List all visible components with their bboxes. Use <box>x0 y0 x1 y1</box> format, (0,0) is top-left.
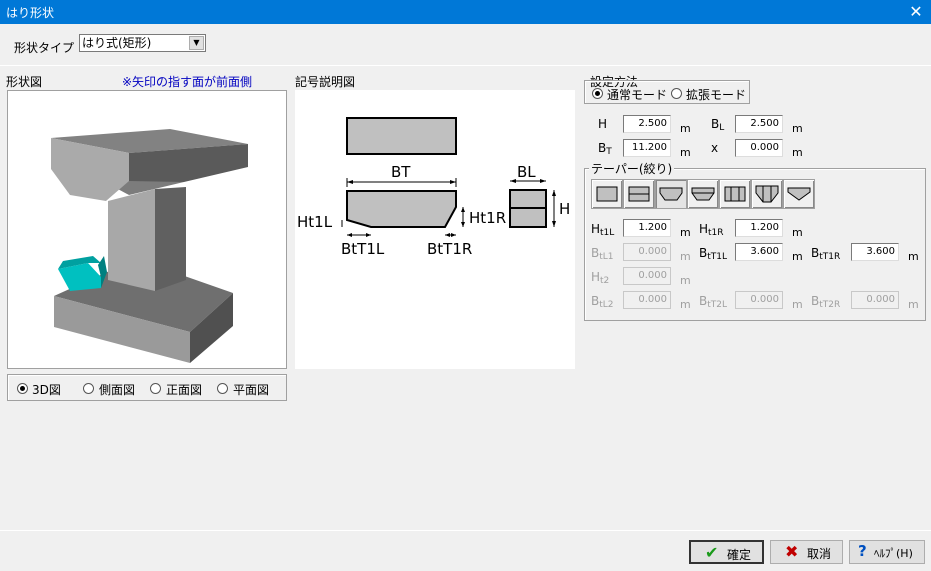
taper-split-icon[interactable] <box>623 179 655 209</box>
btl1-unit: m <box>680 250 691 263</box>
btl1-label: BtL1 <box>591 246 614 262</box>
legend-bt-label: BT <box>391 163 411 181</box>
legend-ht1r-label: Ht1R <box>469 209 506 227</box>
legend-bl-label: BL <box>517 163 536 181</box>
btt1l-unit: m <box>792 250 803 263</box>
btt2l-unit: m <box>792 298 803 311</box>
cancel-x-icon: ✖ <box>785 542 799 561</box>
btl2-input: 0.000 <box>623 291 671 309</box>
help-button[interactable]: ? ﾍﾙﾌﾟ(H) <box>849 540 925 564</box>
view-radio-plan[interactable] <box>217 383 228 394</box>
legend-btt1l-label: BtT1L <box>341 240 385 258</box>
ht1l-input[interactable]: 1.200 <box>623 219 671 237</box>
bt-unit: m <box>680 146 691 159</box>
legend-btt1r-label: BtT1R <box>427 240 472 258</box>
btt1r-label: BtT1R <box>811 246 841 262</box>
ht1l-label: Ht1L <box>591 222 615 238</box>
view-radio-front[interactable] <box>150 383 161 394</box>
taper-v-bottom-icon[interactable] <box>751 179 783 209</box>
btl1-input: 0.000 <box>623 243 671 261</box>
help-button-label: ﾍﾙﾌﾟ(H) <box>874 547 913 560</box>
taper-v-full-icon[interactable] <box>783 179 815 209</box>
btt2l-label: BtT2L <box>699 294 728 310</box>
mode-radio-normal[interactable] <box>592 88 603 99</box>
legend-ht1l-label: Ht1L <box>297 213 333 231</box>
bl-label: BL <box>711 117 725 133</box>
taper-label: テーパー(絞り) <box>589 160 675 177</box>
shape-type-value: はり式(矩形) <box>82 36 152 50</box>
window-title: はり形状 <box>6 6 55 20</box>
h-unit: m <box>680 122 691 135</box>
shape-type-select[interactable]: はり式(矩形) ▼ <box>79 34 206 52</box>
chevron-down-icon[interactable]: ▼ <box>189 36 204 50</box>
legend-label: 記号説明図 <box>295 75 356 89</box>
btt1l-input[interactable]: 3.600 <box>735 243 783 261</box>
legend-svg: BT BL H Ht1L Ht1R BtT1L BtT1R <box>297 117 570 258</box>
mode-group: 通常モード 拡張モード <box>584 80 750 104</box>
view-radio-3d[interactable] <box>17 383 28 394</box>
shape-view-label: 形状図 <box>6 75 43 89</box>
help-icon: ? <box>858 542 867 560</box>
view-radio-side[interactable] <box>83 383 94 394</box>
h-label: H <box>598 117 608 131</box>
view-label-3d: 3D図 <box>32 383 61 397</box>
footer-divider <box>0 530 931 531</box>
view-label-plan: 平面図 <box>233 383 270 397</box>
title-bar: はり形状 ✕ <box>0 0 931 24</box>
taper-vertical-icon[interactable] <box>719 179 751 209</box>
ht2-unit: m <box>680 274 691 287</box>
x-input[interactable]: 0.000 <box>735 139 783 157</box>
btt2r-unit: m <box>908 298 919 311</box>
shape-type-label: 形状タイプ <box>14 41 75 55</box>
h-input[interactable]: 2.500 <box>623 115 671 133</box>
btt2r-label: BtT2R <box>811 294 841 310</box>
btl2-label: BtL2 <box>591 294 614 310</box>
view-mode-group: 3D図 側面図 正面図 平面図 <box>7 374 287 401</box>
bt-input[interactable]: 11.200 <box>623 139 671 157</box>
taper-both-icon[interactable] <box>687 179 719 209</box>
bl-unit: m <box>792 122 803 135</box>
ht2-label: Ht2 <box>591 270 610 286</box>
btt1r-unit: m <box>908 250 919 263</box>
mode-label-normal: 通常モード <box>607 88 668 102</box>
taper-bottom-icon[interactable] <box>655 179 687 209</box>
bt-label: BT <box>598 141 612 157</box>
x-unit: m <box>792 146 803 159</box>
ht1r-label: Ht1R <box>699 222 724 238</box>
ht1r-input[interactable]: 1.200 <box>735 219 783 237</box>
btl2-unit: m <box>680 298 691 311</box>
btt2l-input: 0.000 <box>735 291 783 309</box>
shape-3d-view[interactable] <box>7 90 287 369</box>
ht1r-unit: m <box>792 226 803 239</box>
mode-radio-extended[interactable] <box>671 88 682 99</box>
close-icon[interactable]: ✕ <box>901 0 931 24</box>
taper-none-icon[interactable] <box>591 179 623 209</box>
legend-h-label: H <box>559 200 570 218</box>
ok-button[interactable]: ✔ 確定 <box>689 540 764 564</box>
check-icon: ✔ <box>705 543 719 562</box>
cancel-button-label: 取消 <box>807 547 832 561</box>
mode-label-extended: 拡張モード <box>686 88 747 102</box>
ht1l-unit: m <box>680 226 691 239</box>
pier-3d-model <box>51 129 248 363</box>
view-label-side: 側面図 <box>99 383 136 397</box>
divider <box>0 65 931 66</box>
ht2-input: 0.000 <box>623 267 671 285</box>
btt2r-input: 0.000 <box>851 291 899 309</box>
x-label: x <box>711 141 719 155</box>
btt1r-input[interactable]: 3.600 <box>851 243 899 261</box>
ok-button-label: 確定 <box>727 548 752 562</box>
cancel-button[interactable]: ✖ 取消 <box>770 540 843 564</box>
front-face-note: ※矢印の指す面が前面側 <box>122 75 253 89</box>
btt1l-label: BtT1L <box>699 246 728 262</box>
view-label-front: 正面図 <box>166 383 203 397</box>
legend-diagram: BT BL H Ht1L Ht1R BtT1L BtT1R <box>295 90 575 369</box>
bl-input[interactable]: 2.500 <box>735 115 783 133</box>
